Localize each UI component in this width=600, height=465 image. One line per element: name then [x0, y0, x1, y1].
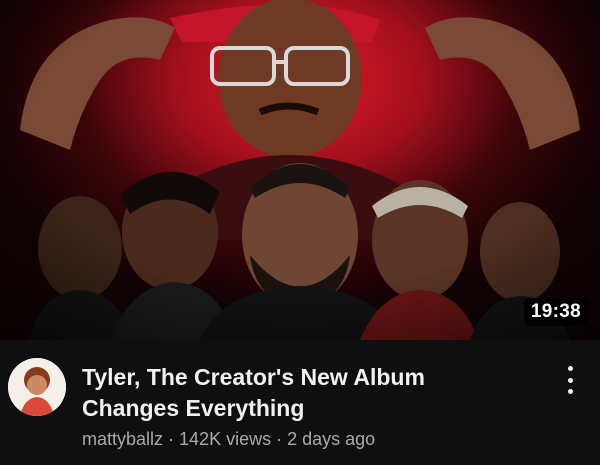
- video-thumbnail[interactable]: 19:38: [0, 0, 600, 340]
- video-meta: Tyler, The Creator's New Album Changes E…: [0, 340, 600, 465]
- duration-badge: 19:38: [523, 298, 588, 326]
- avatar-icon: [8, 358, 66, 416]
- kebab-dot: [567, 389, 573, 394]
- upload-age: 2 days ago: [287, 429, 376, 449]
- thumbnail-artwork: [0, 0, 600, 340]
- channel-avatar[interactable]: [8, 358, 66, 416]
- video-card[interactable]: 19:38 Tyler, The Creator's New Album Cha…: [0, 0, 600, 465]
- video-title[interactable]: Tyler, The Creator's New Album Changes E…: [82, 362, 512, 424]
- kebab-dot: [567, 366, 573, 371]
- separator-dot: ·: [276, 429, 283, 449]
- video-subline: mattyballz · 142K views · 2 days ago: [82, 428, 512, 450]
- kebab-dot: [567, 377, 573, 383]
- channel-name[interactable]: mattyballz: [82, 428, 163, 450]
- separator-dot: ·: [168, 429, 175, 449]
- view-count: 142K views: [179, 429, 272, 449]
- more-vert-icon[interactable]: [560, 362, 580, 398]
